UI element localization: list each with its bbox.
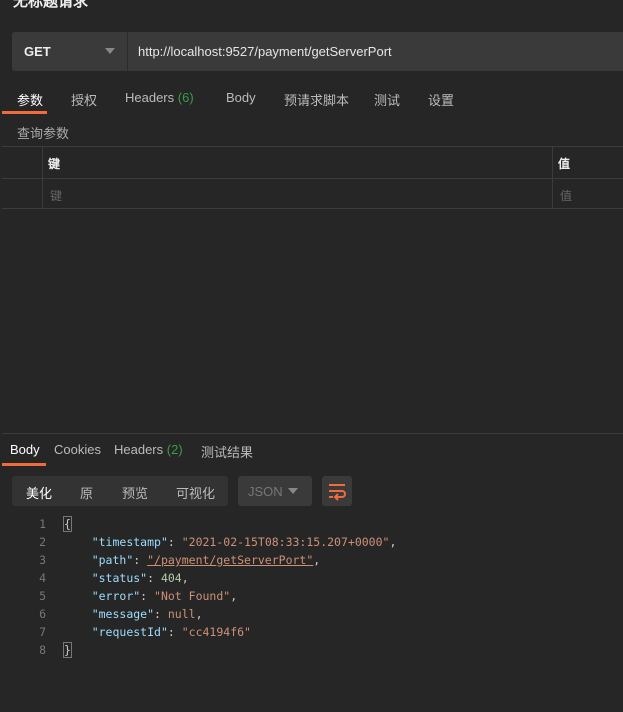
format-toggle: 美化 原 预览 可视化 (12, 476, 228, 506)
code-line: "message": null, (91, 607, 203, 621)
line-number: 8 (39, 643, 46, 657)
tab-body[interactable]: Body (226, 90, 256, 105)
code-line: } (63, 642, 72, 658)
code-line: { (63, 516, 72, 532)
preview-button[interactable]: 预览 (122, 483, 148, 502)
request-tabs: 参数 授权 Headers (6) Body 预请求脚本 测试 设置 (0, 90, 623, 110)
tab-response-headers-label: Headers (114, 442, 164, 457)
line-number: 1 (39, 517, 46, 531)
brace: } (63, 642, 72, 658)
json-value: "Not Found" (154, 589, 231, 603)
tab-pre-request-script[interactable]: 预请求脚本 (284, 90, 349, 109)
pane-divider[interactable] (2, 433, 623, 434)
tab-settings[interactable]: 设置 (428, 90, 454, 109)
code-line: "path": "/payment/getServerPort", (91, 553, 321, 567)
value-input[interactable]: 值 (560, 187, 572, 204)
key-column-header: 键 (48, 157, 61, 171)
params-table: 键 值 键 值 (2, 146, 623, 209)
json-key: "path" (91, 553, 134, 567)
tab-cookies[interactable]: Cookies (54, 442, 101, 457)
request-bar: GET http://localhost:9527/payment/getSer… (12, 32, 623, 71)
key-input[interactable]: 键 (50, 187, 62, 204)
brace: { (63, 516, 72, 532)
line-number: 4 (39, 571, 46, 585)
code-line: "requestId": "cc4194f6" (91, 625, 251, 639)
response-headers-count: (2) (166, 442, 183, 457)
wrap-lines-button[interactable] (322, 476, 352, 506)
wrap-icon (329, 484, 346, 501)
line-number: 5 (39, 589, 46, 603)
punct: , (181, 571, 189, 585)
code-line: "status": 404, (91, 571, 189, 585)
json-value: 404 (160, 571, 182, 585)
code-line: "timestamp": "2021-02-15T08:33:15.207+00… (91, 535, 397, 549)
tab-response-body[interactable]: Body (10, 442, 40, 457)
json-key: "status" (91, 571, 148, 585)
punct: , (195, 607, 203, 621)
value-column-header: 值 (558, 157, 571, 171)
punct: , (230, 589, 238, 603)
line-number: 7 (39, 625, 46, 639)
raw-button[interactable]: 原 (80, 483, 93, 502)
punct: , (389, 535, 397, 549)
chevron-down-icon (288, 488, 298, 494)
request-title[interactable]: 无标题请求 (13, 0, 88, 11)
method-select[interactable]: GET (12, 32, 128, 71)
line-number: 6 (39, 607, 46, 621)
table-header-row: 键 值 (2, 147, 623, 178)
tab-params[interactable]: 参数 (17, 90, 43, 109)
active-tab-underline (2, 111, 47, 114)
json-key: "error" (91, 589, 141, 603)
method-label: GET (24, 44, 51, 59)
tab-test-results[interactable]: 测试结果 (201, 442, 253, 461)
pretty-button[interactable]: 美化 (26, 483, 52, 502)
visualize-button[interactable]: 可视化 (176, 483, 215, 502)
json-value: "2021-02-15T08:33:15.207+0000" (181, 535, 390, 549)
language-select[interactable]: JSON (238, 476, 312, 506)
tab-auth[interactable]: 授权 (71, 90, 97, 109)
line-number: 2 (39, 535, 46, 549)
line-number: 3 (39, 553, 46, 567)
language-label: JSON (248, 484, 283, 499)
json-value: null (167, 607, 196, 621)
chevron-down-icon (105, 48, 115, 54)
active-response-tab-underline (2, 463, 46, 466)
table-row: 键 值 (2, 178, 623, 209)
punct: , (313, 553, 321, 567)
json-key: "requestId" (91, 625, 168, 639)
json-key: "timestamp" (91, 535, 168, 549)
tab-tests[interactable]: 测试 (374, 90, 400, 109)
tab-response-headers[interactable]: Headers (2) (114, 442, 183, 457)
tab-headers[interactable]: Headers (6) (125, 90, 194, 105)
json-value: "/payment/getServerPort" (147, 553, 314, 567)
json-key: "message" (91, 607, 155, 621)
json-value: "cc4194f6" (181, 625, 251, 639)
tab-headers-label: Headers (125, 90, 175, 105)
url-input[interactable]: http://localhost:9527/payment/getServerP… (128, 44, 392, 59)
query-params-heading: 查询参数 (17, 126, 70, 141)
response-tabs: Body Cookies Headers (2) 测试结果 (0, 442, 623, 462)
headers-count: (6) (177, 90, 194, 105)
code-line: "error": "Not Found", (91, 589, 238, 603)
